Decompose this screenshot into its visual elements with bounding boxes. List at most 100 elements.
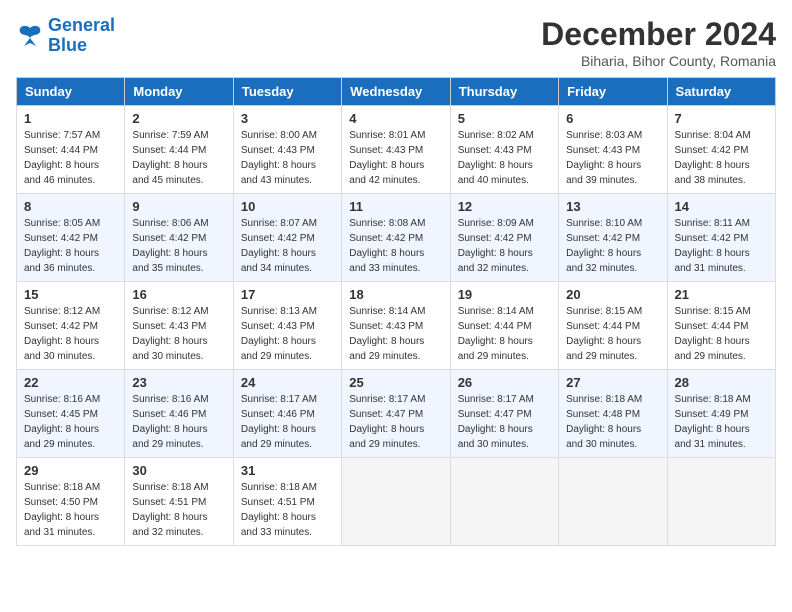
day-number: 3 (241, 111, 334, 126)
calendar-week-row: 8 Sunrise: 8:05 AM Sunset: 4:42 PM Daylig… (17, 194, 776, 282)
calendar-day-header: Saturday (667, 78, 775, 106)
day-info: Sunrise: 8:02 AM Sunset: 4:43 PM Dayligh… (458, 128, 551, 188)
calendar-day-cell: 25 Sunrise: 8:17 AM Sunset: 4:47 PM Dayli… (342, 370, 450, 458)
day-info: Sunrise: 8:18 AM Sunset: 4:50 PM Dayligh… (24, 480, 117, 540)
calendar-day-cell: 10Sunrise: 8:07 AM Sunset: 4:42 PM Dayli… (233, 194, 341, 282)
calendar-day-cell: 18 Sunrise: 8:14 AM Sunset: 4:43 PM Dayli… (342, 282, 450, 370)
day-info: Sunrise: 8:14 AM Sunset: 4:43 PM Dayligh… (349, 304, 442, 364)
day-info: Sunrise: 7:59 AM Sunset: 4:44 PM Dayligh… (132, 128, 225, 188)
calendar-empty-cell (342, 458, 450, 546)
calendar-day-cell: 14 Sunrise: 8:11 AM Sunset: 4:42 PM Dayli… (667, 194, 775, 282)
calendar-day-cell: 5 Sunrise: 8:02 AM Sunset: 4:43 PM Daylig… (450, 106, 558, 194)
logo: General Blue (16, 16, 115, 56)
day-number: 23 (132, 375, 225, 390)
day-info: Sunrise: 8:13 AM Sunset: 4:43 PM Dayligh… (241, 304, 334, 364)
day-info: Sunrise: 8:05 AM Sunset: 4:42 PM Dayligh… (24, 216, 117, 276)
day-number: 26 (458, 375, 551, 390)
calendar-week-row: 29 Sunrise: 8:18 AM Sunset: 4:50 PM Dayli… (17, 458, 776, 546)
day-number: 27 (566, 375, 659, 390)
logo-text: General Blue (48, 16, 115, 56)
day-info: Sunrise: 8:17 AM Sunset: 4:47 PM Dayligh… (458, 392, 551, 452)
day-number: 14 (675, 199, 768, 214)
day-info: Sunrise: 8:08 AM Sunset: 4:42 PM Dayligh… (349, 216, 442, 276)
page-header: General Blue December 2024 Biharia, Biho… (16, 16, 776, 69)
calendar-header-row: SundayMondayTuesdayWednesdayThursdayFrid… (17, 78, 776, 106)
calendar-empty-cell (450, 458, 558, 546)
day-number: 6 (566, 111, 659, 126)
calendar-day-header: Thursday (450, 78, 558, 106)
day-info: Sunrise: 8:06 AM Sunset: 4:42 PM Dayligh… (132, 216, 225, 276)
calendar-day-cell: 24 Sunrise: 8:17 AM Sunset: 4:46 PM Dayli… (233, 370, 341, 458)
day-number: 31 (241, 463, 334, 478)
day-info: Sunrise: 8:04 AM Sunset: 4:42 PM Dayligh… (675, 128, 768, 188)
day-number: 12 (458, 199, 551, 214)
calendar-week-row: 15 Sunrise: 8:12 AM Sunset: 4:42 PM Dayli… (17, 282, 776, 370)
calendar-title: December 2024 (541, 16, 776, 53)
day-number: 28 (675, 375, 768, 390)
calendar-day-cell: 28 Sunrise: 8:18 AM Sunset: 4:49 PM Dayli… (667, 370, 775, 458)
calendar-empty-cell (559, 458, 667, 546)
day-number: 25 (349, 375, 442, 390)
calendar-empty-cell (667, 458, 775, 546)
calendar-day-cell: 7Sunrise: 8:04 AM Sunset: 4:42 PM Daylig… (667, 106, 775, 194)
calendar-day-cell: 26 Sunrise: 8:17 AM Sunset: 4:47 PM Dayli… (450, 370, 558, 458)
day-number: 11 (349, 199, 442, 214)
day-info: Sunrise: 8:15 AM Sunset: 4:44 PM Dayligh… (566, 304, 659, 364)
calendar-day-cell: 22Sunrise: 8:16 AM Sunset: 4:45 PM Dayli… (17, 370, 125, 458)
day-number: 18 (349, 287, 442, 302)
day-info: Sunrise: 8:16 AM Sunset: 4:45 PM Dayligh… (24, 392, 117, 452)
day-number: 17 (241, 287, 334, 302)
calendar-day-cell: 13Sunrise: 8:10 AM Sunset: 4:42 PM Dayli… (559, 194, 667, 282)
day-info: Sunrise: 7:57 AM Sunset: 4:44 PM Dayligh… (24, 128, 117, 188)
day-number: 13 (566, 199, 659, 214)
day-number: 29 (24, 463, 117, 478)
calendar-day-cell: 19Sunrise: 8:14 AM Sunset: 4:44 PM Dayli… (450, 282, 558, 370)
calendar-day-cell: 15 Sunrise: 8:12 AM Sunset: 4:42 PM Dayli… (17, 282, 125, 370)
calendar-day-cell: 4Sunrise: 8:01 AM Sunset: 4:43 PM Daylig… (342, 106, 450, 194)
calendar-week-row: 1Sunrise: 7:57 AM Sunset: 4:44 PM Daylig… (17, 106, 776, 194)
day-number: 4 (349, 111, 442, 126)
day-number: 30 (132, 463, 225, 478)
day-info: Sunrise: 8:14 AM Sunset: 4:44 PM Dayligh… (458, 304, 551, 364)
calendar-day-cell: 21 Sunrise: 8:15 AM Sunset: 4:44 PM Dayli… (667, 282, 775, 370)
day-info: Sunrise: 8:18 AM Sunset: 4:48 PM Dayligh… (566, 392, 659, 452)
calendar-day-cell: 11 Sunrise: 8:08 AM Sunset: 4:42 PM Dayli… (342, 194, 450, 282)
day-info: Sunrise: 8:12 AM Sunset: 4:43 PM Dayligh… (132, 304, 225, 364)
day-info: Sunrise: 8:11 AM Sunset: 4:42 PM Dayligh… (675, 216, 768, 276)
day-info: Sunrise: 8:17 AM Sunset: 4:46 PM Dayligh… (241, 392, 334, 452)
calendar-subtitle: Biharia, Bihor County, Romania (541, 53, 776, 69)
day-number: 8 (24, 199, 117, 214)
title-area: December 2024 Biharia, Bihor County, Rom… (541, 16, 776, 69)
calendar-day-cell: 12 Sunrise: 8:09 AM Sunset: 4:42 PM Dayli… (450, 194, 558, 282)
day-info: Sunrise: 8:18 AM Sunset: 4:49 PM Dayligh… (675, 392, 768, 452)
calendar-day-header: Sunday (17, 78, 125, 106)
day-number: 24 (241, 375, 334, 390)
calendar-day-cell: 27 Sunrise: 8:18 AM Sunset: 4:48 PM Dayli… (559, 370, 667, 458)
day-number: 20 (566, 287, 659, 302)
day-info: Sunrise: 8:09 AM Sunset: 4:42 PM Dayligh… (458, 216, 551, 276)
day-number: 9 (132, 199, 225, 214)
calendar-day-cell: 6Sunrise: 8:03 AM Sunset: 4:43 PM Daylig… (559, 106, 667, 194)
day-number: 15 (24, 287, 117, 302)
day-info: Sunrise: 8:17 AM Sunset: 4:47 PM Dayligh… (349, 392, 442, 452)
day-number: 21 (675, 287, 768, 302)
day-info: Sunrise: 8:12 AM Sunset: 4:42 PM Dayligh… (24, 304, 117, 364)
day-number: 5 (458, 111, 551, 126)
calendar-day-header: Monday (125, 78, 233, 106)
calendar-week-row: 22Sunrise: 8:16 AM Sunset: 4:45 PM Dayli… (17, 370, 776, 458)
calendar-table: SundayMondayTuesdayWednesdayThursdayFrid… (16, 77, 776, 546)
day-info: Sunrise: 8:18 AM Sunset: 4:51 PM Dayligh… (241, 480, 334, 540)
day-number: 10 (241, 199, 334, 214)
day-info: Sunrise: 8:15 AM Sunset: 4:44 PM Dayligh… (675, 304, 768, 364)
calendar-day-cell: 1Sunrise: 7:57 AM Sunset: 4:44 PM Daylig… (17, 106, 125, 194)
calendar-day-header: Wednesday (342, 78, 450, 106)
calendar-day-cell: 9 Sunrise: 8:06 AM Sunset: 4:42 PM Daylig… (125, 194, 233, 282)
calendar-day-cell: 16 Sunrise: 8:12 AM Sunset: 4:43 PM Dayli… (125, 282, 233, 370)
calendar-day-cell: 23Sunrise: 8:16 AM Sunset: 4:46 PM Dayli… (125, 370, 233, 458)
day-info: Sunrise: 8:00 AM Sunset: 4:43 PM Dayligh… (241, 128, 334, 188)
day-info: Sunrise: 8:18 AM Sunset: 4:51 PM Dayligh… (132, 480, 225, 540)
calendar-day-cell: 30 Sunrise: 8:18 AM Sunset: 4:51 PM Dayli… (125, 458, 233, 546)
day-number: 16 (132, 287, 225, 302)
calendar-day-cell: 29 Sunrise: 8:18 AM Sunset: 4:50 PM Dayli… (17, 458, 125, 546)
calendar-day-header: Friday (559, 78, 667, 106)
